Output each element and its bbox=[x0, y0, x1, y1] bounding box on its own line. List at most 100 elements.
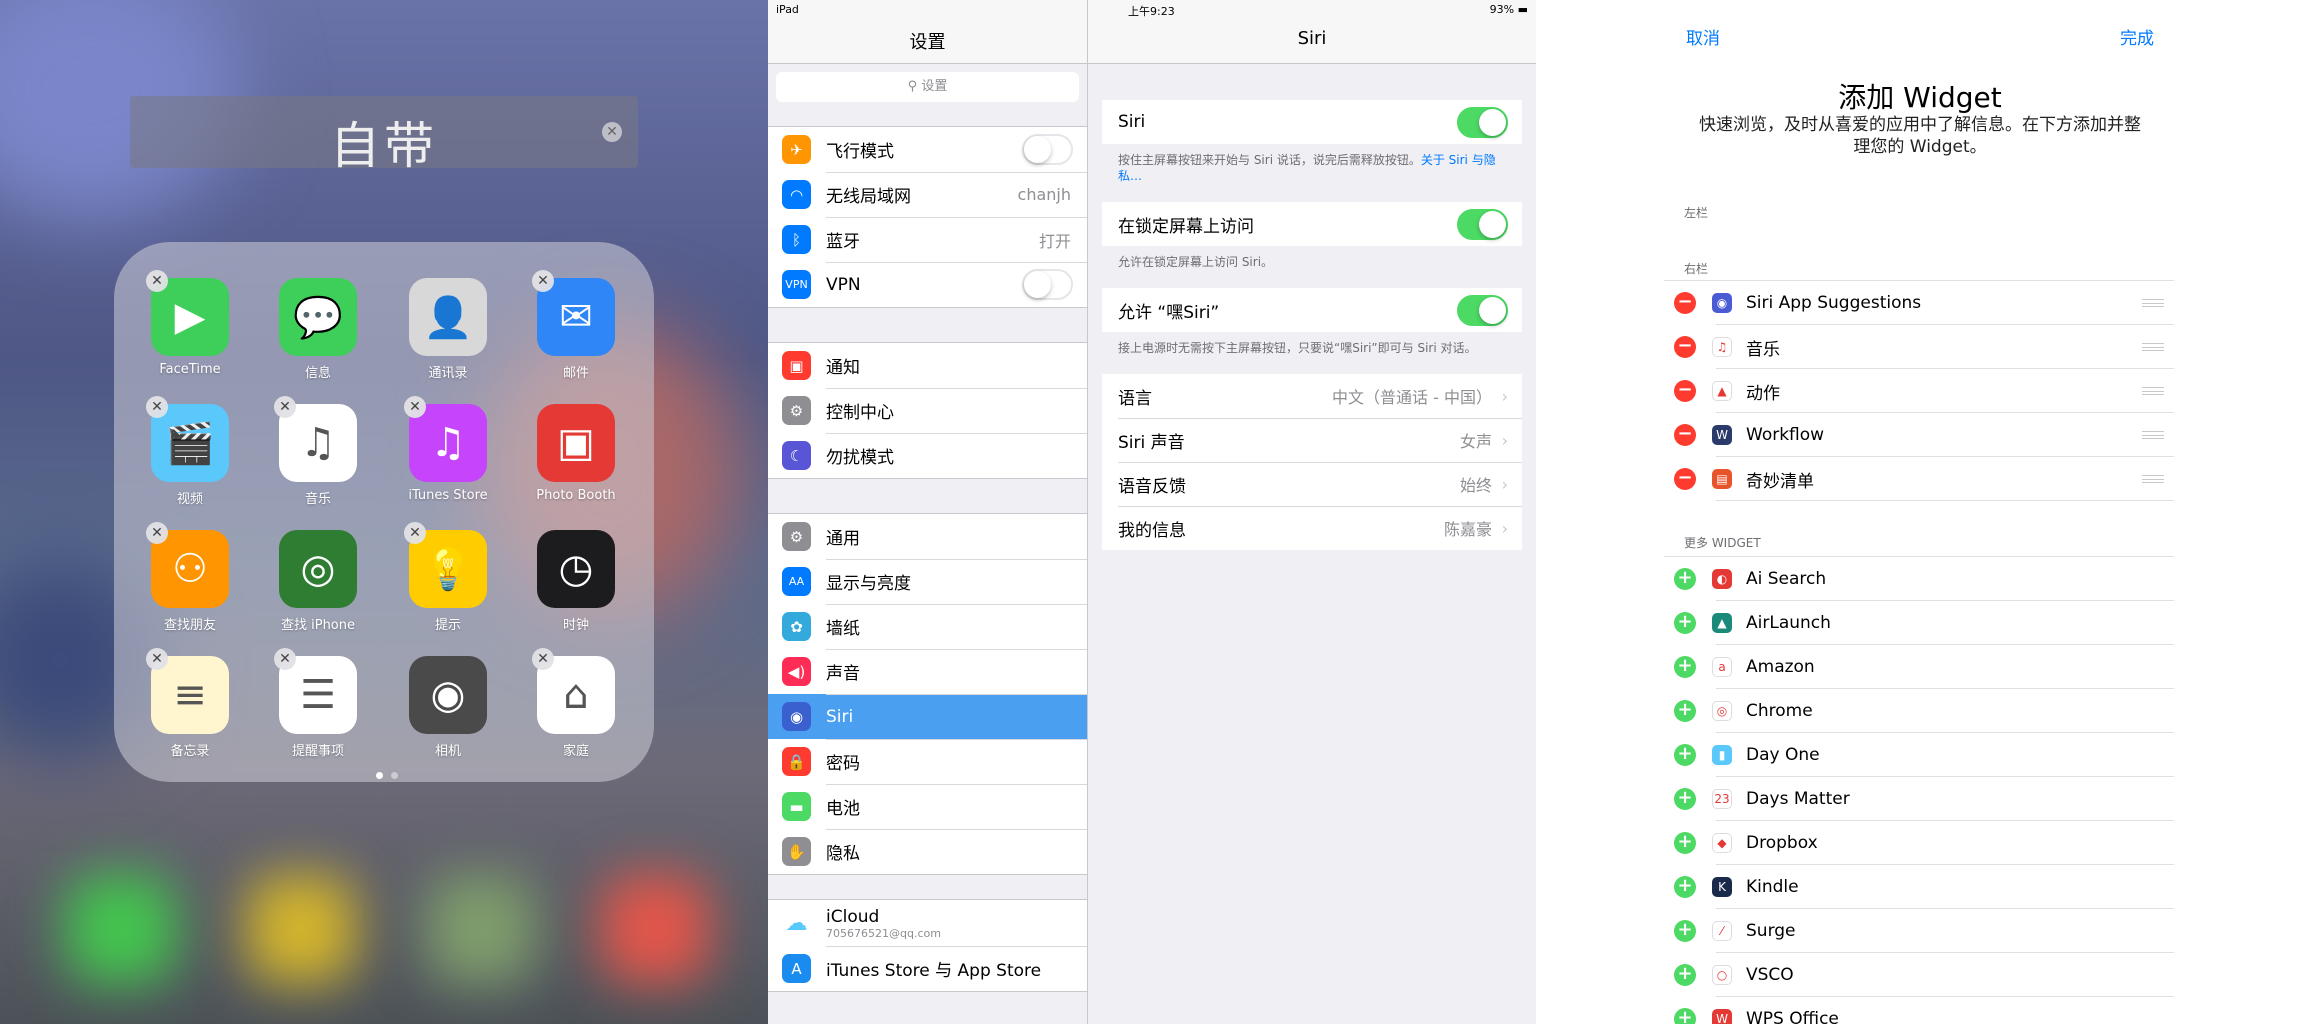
siri-option-row[interactable]: 语音反馈 始终 › bbox=[1102, 462, 1522, 506]
delete-app-icon[interactable]: ✕ bbox=[274, 396, 296, 418]
siri-option-row[interactable]: 语言 中文（普通话 - 中国） › bbox=[1102, 374, 1522, 418]
setting-switch[interactable] bbox=[1022, 269, 1073, 300]
clear-title-icon[interactable]: ✕ bbox=[602, 122, 622, 142]
reorder-handle-icon[interactable] bbox=[2142, 299, 2164, 307]
settings-row[interactable]: VPN VPN bbox=[768, 262, 1087, 307]
add-widget-icon[interactable]: + bbox=[1674, 744, 1696, 766]
add-widget-icon[interactable]: + bbox=[1674, 1008, 1696, 1024]
siri-detail: 上午9:23 93% ▬ Siri Siri 按住主屏幕按钮来开始与 Siri … bbox=[1088, 0, 1536, 1024]
widget-row: − W Workflow bbox=[1664, 413, 2174, 457]
reorder-handle-icon[interactable] bbox=[2142, 431, 2164, 439]
app-10[interactable]: ✕ 💡 提示 bbox=[404, 522, 488, 633]
widget-row: − ▲ 动作 bbox=[1664, 369, 2174, 413]
app-13[interactable]: ✕ ☰ 提醒事项 bbox=[274, 648, 358, 759]
remove-widget-icon[interactable]: − bbox=[1674, 336, 1696, 358]
app-glyph-icon: ☰ bbox=[300, 672, 336, 718]
delete-app-icon[interactable]: ✕ bbox=[404, 396, 426, 418]
setting-label: 无线局域网 bbox=[826, 187, 911, 207]
remove-widget-icon[interactable]: − bbox=[1674, 468, 1696, 490]
delete-app-icon[interactable]: ✕ bbox=[146, 270, 168, 292]
folder-title-field[interactable]: 自带 ✕ bbox=[130, 96, 638, 175]
siri-option-row[interactable]: Siri 声音 女声 › bbox=[1102, 418, 1522, 462]
setting-switch[interactable] bbox=[1022, 134, 1073, 165]
delete-app-icon[interactable]: ✕ bbox=[532, 648, 554, 670]
app-12[interactable]: ✕ ≡ 备忘录 bbox=[146, 648, 230, 759]
chevron-right-icon: › bbox=[1501, 474, 1508, 494]
hey-siri-switch[interactable] bbox=[1457, 294, 1508, 326]
reorder-handle-icon[interactable] bbox=[2142, 387, 2164, 395]
delete-app-icon[interactable]: ✕ bbox=[532, 270, 554, 292]
app-7[interactable]: ▣ Photo Booth bbox=[536, 404, 616, 503]
settings-row[interactable]: ◠ 无线局域网 chanjh bbox=[768, 172, 1087, 217]
siri-option-value: 陈嘉豪 bbox=[1443, 520, 1492, 539]
done-button[interactable]: 完成 bbox=[2120, 24, 2154, 49]
widget-app-icon: W bbox=[1712, 1009, 1732, 1024]
app-glyph-icon: ⌂ bbox=[563, 672, 589, 718]
add-widget-icon[interactable]: + bbox=[1674, 876, 1696, 898]
app-1[interactable]: 💬 信息 bbox=[278, 278, 358, 381]
widget-title: 添加 Widget bbox=[1838, 81, 2002, 114]
app-glyph-icon: 💡 bbox=[423, 546, 473, 593]
settings-row[interactable]: ⚙ 控制中心 bbox=[768, 388, 1087, 433]
add-widget-icon[interactable]: + bbox=[1674, 656, 1696, 678]
widget-row: + ◎ Chrome bbox=[1664, 689, 2174, 733]
reorder-handle-icon[interactable] bbox=[2142, 343, 2164, 351]
settings-row[interactable]: ◉ Siri bbox=[768, 694, 1087, 739]
delete-app-icon[interactable]: ✕ bbox=[146, 522, 168, 544]
delete-app-icon[interactable]: ✕ bbox=[146, 648, 168, 670]
settings-row-icloud[interactable]: ☁ iCloud 705676521@qq.com bbox=[768, 900, 1087, 946]
settings-row[interactable]: ᛒ 蓝牙 打开 bbox=[768, 217, 1087, 262]
app-4[interactable]: ✕ 🎬 视频 bbox=[146, 396, 230, 507]
app-5[interactable]: ✕ ♫ 音乐 bbox=[274, 396, 358, 507]
add-widget-icon[interactable]: + bbox=[1674, 700, 1696, 722]
settings-row[interactable]: ◀) 声音 bbox=[768, 649, 1087, 694]
hey-siri-note: 接上电源时无需按下主屏幕按钮，只要说“嘿Siri”即可与 Siri 对话。 bbox=[1118, 341, 1477, 355]
reorder-handle-icon[interactable] bbox=[2142, 475, 2164, 483]
status-time: 上午9:23 bbox=[1128, 5, 1175, 18]
delete-app-icon[interactable]: ✕ bbox=[404, 522, 426, 544]
remove-widget-icon[interactable]: − bbox=[1674, 292, 1696, 314]
settings-group: ⚙ 通用 AA 显示与亮度 ✿ 墙纸 ◀) 声音 ◉ Siri 🔒 密码 ▬ 电池 ✋ 隐私 bbox=[768, 513, 1087, 875]
siri-switch[interactable] bbox=[1457, 106, 1508, 138]
settings-row[interactable]: ✈ 飞行模式 bbox=[768, 127, 1087, 172]
settings-row[interactable]: ☾ 勿扰模式 bbox=[768, 433, 1087, 478]
account-group: ☁ iCloud 705676521@qq.com A iTunes Store… bbox=[768, 899, 1087, 992]
app-6[interactable]: ✕ ♫ iTunes Store bbox=[404, 396, 488, 503]
add-widget-icon[interactable]: + bbox=[1674, 964, 1696, 986]
add-widget-icon[interactable]: + bbox=[1674, 920, 1696, 942]
app-14[interactable]: ◉ 相机 bbox=[408, 656, 488, 759]
app-glyph-icon: ⚇ bbox=[172, 546, 208, 592]
add-widget-icon[interactable]: + bbox=[1674, 832, 1696, 854]
delete-app-icon[interactable]: ✕ bbox=[146, 396, 168, 418]
lock-screen-switch[interactable] bbox=[1457, 208, 1508, 240]
siri-title: Siri bbox=[1297, 28, 1327, 49]
app-8[interactable]: ✕ ⚇ 查找朋友 bbox=[146, 522, 230, 633]
settings-row[interactable]: ✿ 墙纸 bbox=[768, 604, 1087, 649]
add-widget-icon[interactable]: + bbox=[1674, 788, 1696, 810]
cancel-button[interactable]: 取消 bbox=[1686, 24, 1720, 49]
app-11[interactable]: ◷ 时钟 bbox=[536, 530, 616, 633]
app-3[interactable]: ✕ ✉ 邮件 bbox=[532, 270, 616, 381]
settings-row-itunes[interactable]: A iTunes Store 与 App Store bbox=[768, 946, 1087, 991]
settings-search[interactable]: ⚲ 设置 bbox=[776, 72, 1079, 102]
settings-row[interactable]: AA 显示与亮度 bbox=[768, 559, 1087, 604]
remove-widget-icon[interactable]: − bbox=[1674, 424, 1696, 446]
settings-row[interactable]: ▬ 电池 bbox=[768, 784, 1087, 829]
app-glyph-icon: ◎ bbox=[300, 546, 336, 592]
status-carrier: iPad bbox=[776, 3, 799, 16]
app-0[interactable]: ✕ ▶ FaceTime bbox=[146, 270, 230, 377]
app-9[interactable]: ◎ 查找 iPhone bbox=[278, 530, 358, 633]
settings-row[interactable]: ✋ 隐私 bbox=[768, 829, 1087, 874]
siri-option-row[interactable]: 我的信息 陈嘉豪 › bbox=[1102, 506, 1522, 550]
settings-row[interactable]: 🔒 密码 bbox=[768, 739, 1087, 784]
remove-widget-icon[interactable]: − bbox=[1674, 380, 1696, 402]
page-indicator[interactable] bbox=[372, 764, 402, 783]
app-2[interactable]: 👤 通讯录 bbox=[408, 278, 488, 381]
add-widget-icon[interactable]: + bbox=[1674, 568, 1696, 590]
app-label: 提醒事项 bbox=[291, 744, 344, 759]
add-widget-icon[interactable]: + bbox=[1674, 612, 1696, 634]
settings-row[interactable]: ▣ 通知 bbox=[768, 343, 1087, 388]
settings-row[interactable]: ⚙ 通用 bbox=[768, 514, 1087, 559]
delete-app-icon[interactable]: ✕ bbox=[274, 648, 296, 670]
app-15[interactable]: ✕ ⌂ 家庭 bbox=[532, 648, 616, 759]
